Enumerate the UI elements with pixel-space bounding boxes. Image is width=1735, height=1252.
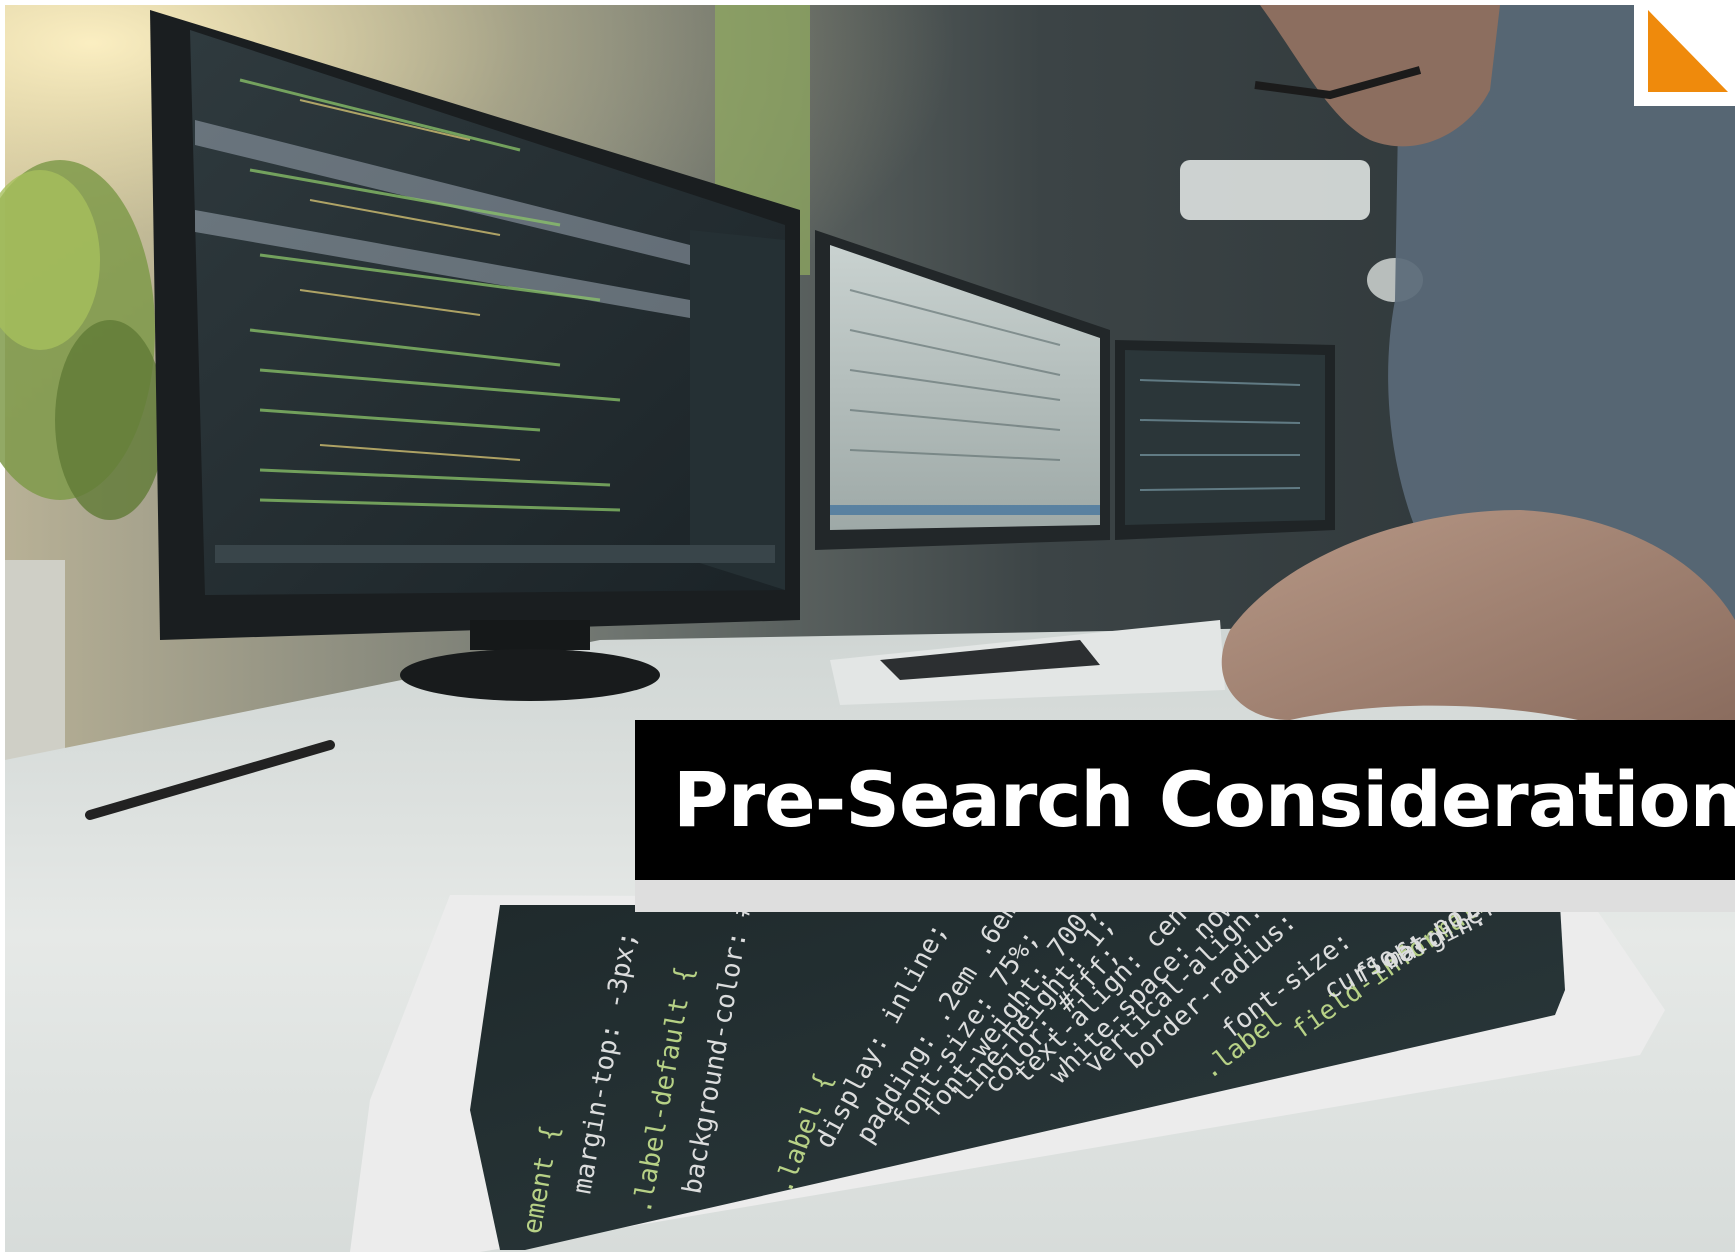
orange-triangle-icon <box>1648 10 1728 92</box>
title-banner: Pre-Search Considerations <box>635 720 1735 880</box>
slide-title: Pre-Search Considerations <box>673 755 1735 844</box>
title-underbar <box>635 880 1735 912</box>
third-monitor <box>1115 340 1335 540</box>
corner-badge <box>1634 0 1735 106</box>
background-photo: ement { margin-top: -3px; .label-default… <box>0 0 1735 1252</box>
